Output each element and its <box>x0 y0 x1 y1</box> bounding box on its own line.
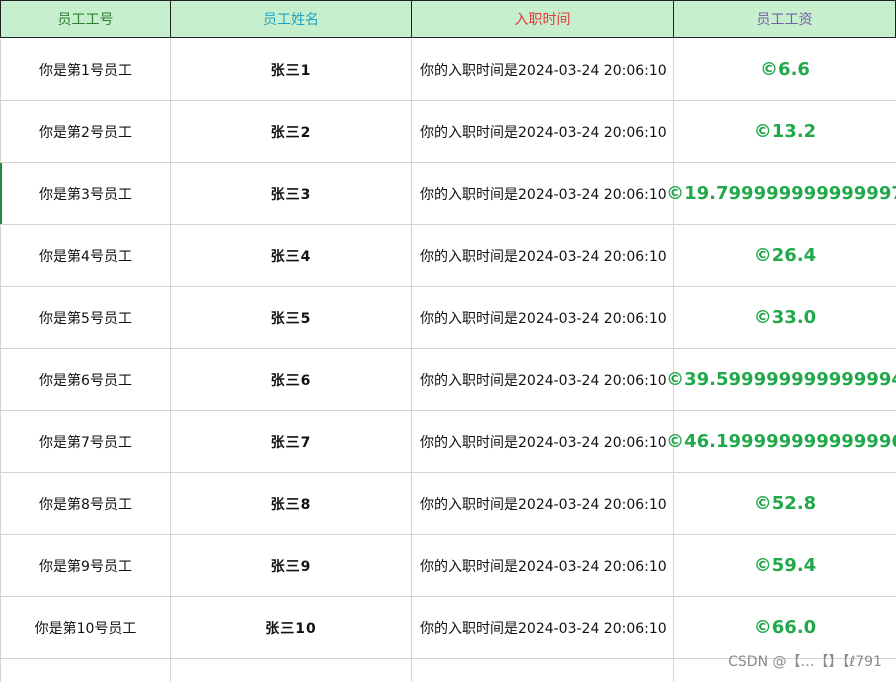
salary-cell[interactable]: ©26.4 <box>674 225 896 287</box>
empty-cell[interactable] <box>412 659 674 682</box>
salary-cell[interactable]: ©19.799999999999997 <box>666 163 896 225</box>
header-employee-name[interactable]: 员工姓名 <box>171 0 412 38</box>
salary-cell[interactable]: ©6.6 <box>674 39 896 101</box>
employee-name-cell[interactable]: 张三7 <box>171 411 412 473</box>
hire-time-cell[interactable]: 你的入职时间是2024-03-24 20:06:10 <box>412 287 674 349</box>
hire-time-cell[interactable]: 你的入职时间是2024-03-24 20:06:10 <box>412 349 674 411</box>
table-row: 你是第8号员工 张三8 你的入职时间是2024-03-24 20:06:10 ©52.… <box>0 473 896 535</box>
table-row: 你是第5号员工 张三5 你的入职时间是2024-03-24 20:06:10 ©33.… <box>0 287 896 349</box>
employee-name-cell[interactable]: 张三3 <box>171 163 412 225</box>
hire-time-cell[interactable]: 你的入职时间是2024-03-24 20:06:10 <box>412 473 674 535</box>
hire-time-cell[interactable]: 你的入职时间是2024-03-24 20:06:10 <box>412 101 674 163</box>
table-row: 你是第4号员工 张三4 你的入职时间是2024-03-24 20:06:10 ©26.… <box>0 225 896 287</box>
hire-time-cell[interactable]: 你的入职时间是2024-03-24 20:06:10 <box>412 39 674 101</box>
hire-time-cell[interactable]: 你的入职时间是2024-03-24 20:06:10 <box>412 597 674 659</box>
empty-cell[interactable] <box>171 659 412 682</box>
table-row: 你是第2号员工 张三2 你的入职时间是2024-03-24 20:06:10 ©13.… <box>0 101 896 163</box>
salary-cell[interactable]: ©33.0 <box>674 287 896 349</box>
employee-name-cell[interactable]: 张三4 <box>171 225 412 287</box>
employee-name-cell[interactable]: 张三5 <box>171 287 412 349</box>
salary-cell[interactable]: ©59.4 <box>674 535 896 597</box>
table-row: 你是第3号员工 张三3 你的入职时间是2024-03-24 20:06:10 ©19.… <box>0 163 896 225</box>
employee-id-cell[interactable]: 你是第8号员工 <box>0 473 171 535</box>
table-row: 你是第10号员工 张三10 你的入职时间是2024-03-24 20:06:10 ©6… <box>0 597 896 659</box>
hire-time-cell[interactable]: 你的入职时间是2024-03-24 20:06:10 <box>412 535 674 597</box>
table-row: 你是第1号员工 张三1 你的入职时间是2024-03-24 20:06:10 ©6.6 <box>0 39 896 101</box>
salary-cell[interactable]: ©66.0 <box>674 597 896 659</box>
employee-name-cell[interactable]: 张三6 <box>171 349 412 411</box>
hire-time-cell[interactable]: 你的入职时间是2024-03-24 20:06:10 <box>412 225 674 287</box>
employee-name-cell[interactable]: 张三1 <box>171 39 412 101</box>
employee-name-cell[interactable]: 张三8 <box>171 473 412 535</box>
empty-cell[interactable] <box>0 659 171 682</box>
header-salary[interactable]: 员工工资 <box>674 0 896 38</box>
employee-id-cell[interactable]: 你是第5号员工 <box>0 287 171 349</box>
employee-id-cell[interactable]: 你是第7号员工 <box>0 411 171 473</box>
employee-id-cell[interactable]: 你是第2号员工 <box>0 101 171 163</box>
hire-time-cell[interactable]: 你的入职时间是2024-03-24 20:06:10 <box>412 163 674 225</box>
selected-cell-indicator <box>0 163 2 224</box>
table-row: 你是第9号员工 张三9 你的入职时间是2024-03-24 20:06:10 ©59.… <box>0 535 896 597</box>
salary-cell[interactable]: ©39.599999999999994 <box>666 349 896 411</box>
employee-id-cell[interactable]: 你是第10号员工 <box>0 597 171 659</box>
employee-id-cell[interactable]: 你是第9号员工 <box>0 535 171 597</box>
employee-id-cell[interactable]: 你是第3号员工 <box>0 163 171 225</box>
table-row: 你是第7号员工 张三7 你的入职时间是2024-03-24 20:06:10 ©46.… <box>0 411 896 473</box>
employee-name-cell[interactable]: 张三10 <box>171 597 412 659</box>
employee-id-cell[interactable]: 你是第1号员工 <box>0 39 171 101</box>
watermark-text: CSDN @【…【】【ℓ791 <box>728 654 882 670</box>
header-hire-time[interactable]: 入职时间 <box>412 0 674 38</box>
employee-name-cell[interactable]: 张三2 <box>171 101 412 163</box>
header-employee-id[interactable]: 员工工号 <box>0 0 171 38</box>
hire-time-cell[interactable]: 你的入职时间是2024-03-24 20:06:10 <box>412 411 674 473</box>
employee-id-cell[interactable]: 你是第6号员工 <box>0 349 171 411</box>
table-row: 你是第6号员工 张三6 你的入职时间是2024-03-24 20:06:10 ©39.… <box>0 349 896 411</box>
employee-name-cell[interactable]: 张三9 <box>171 535 412 597</box>
salary-cell[interactable]: ©46.199999999999996 <box>666 411 896 473</box>
salary-cell[interactable]: ©52.8 <box>674 473 896 535</box>
salary-cell[interactable]: ©13.2 <box>674 101 896 163</box>
employee-id-cell[interactable]: 你是第4号员工 <box>0 225 171 287</box>
header-row: 员工工号 员工姓名 入职时间 员工工资 <box>0 0 896 38</box>
spreadsheet: 员工工号 员工姓名 入职时间 员工工资 你是第1号员工 张三1 你的入职时间是202… <box>0 0 896 682</box>
